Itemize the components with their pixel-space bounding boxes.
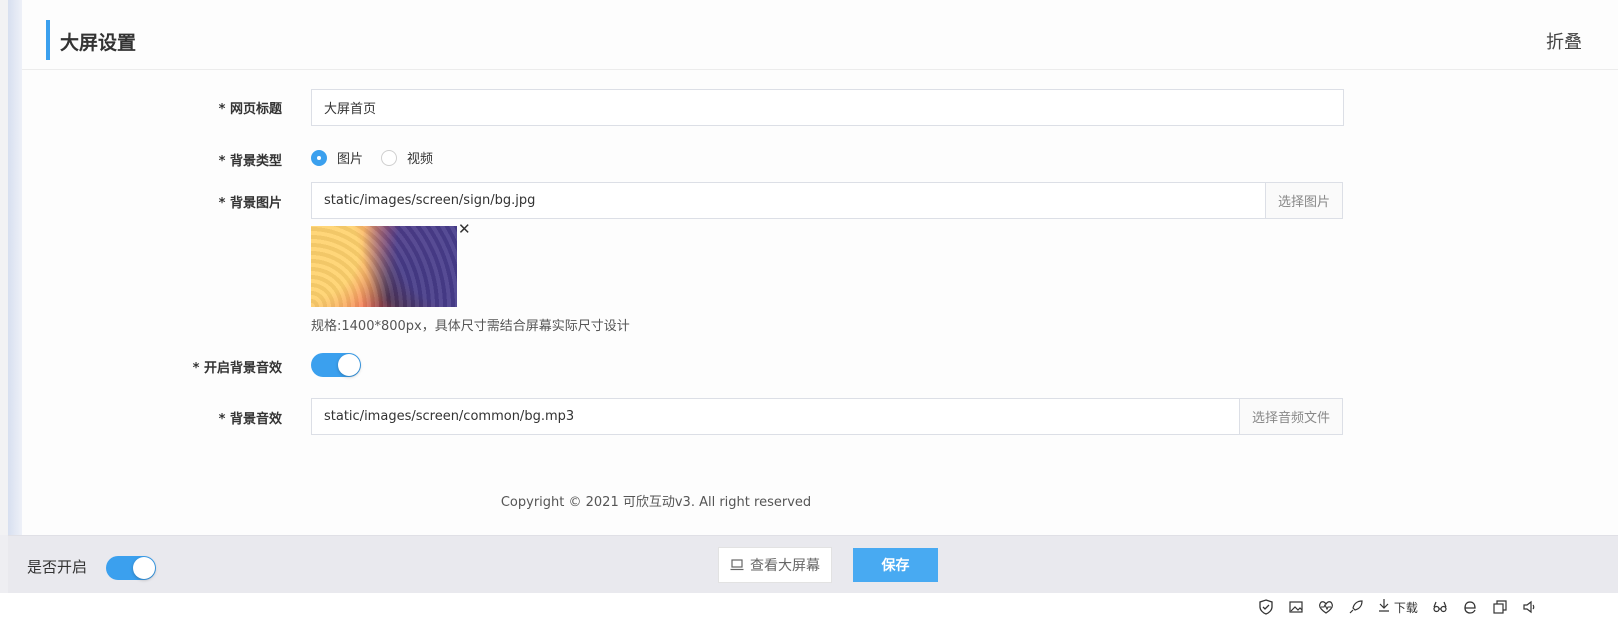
settings-panel: 大屏设置 折叠 * 网页标题 大屏首页 * 背景类型 图片 视频 * 背景图片 … [22,0,1618,535]
bg-sound-input[interactable]: static/images/screen/common/bg.mp3 选择音频文… [311,398,1343,435]
bg-sound-value: static/images/screen/common/bg.mp3 [324,409,575,424]
bg-sound-enable-label: * 开启背景音效 [192,361,282,376]
copyright-text: Copyright © 2021 可欣互动v3. All right reser… [500,495,812,510]
page-title-value: 大屏首页 [324,102,377,117]
sidebar-edge [8,0,22,535]
speaker-icon[interactable] [1522,599,1538,615]
save-button[interactable]: 保存 [853,548,938,582]
bg-image-thumbnail [311,226,457,307]
view-screen-label: 查看大屏幕 [750,558,820,574]
panel-header: 大屏设置 折叠 [22,0,1618,70]
bg-type-label: * 背景类型 [218,154,282,169]
shield-icon[interactable] [1258,599,1274,615]
radio-unchecked-icon [381,149,397,166]
footer-bar: 是否开启 查看大屏幕 保存 [8,535,1618,593]
bg-image-value: static/images/screen/sign/bg.jpg [324,193,536,208]
bg-sound-label: * 背景音效 [218,412,282,427]
bg-sound-toggle[interactable] [311,353,361,377]
page-title-input[interactable]: 大屏首页 [311,89,1344,126]
radio-image-label: 图片 [337,152,364,167]
radio-video-label: 视频 [407,152,434,167]
download-item[interactable]: 下载 [1378,598,1418,616]
window-left-edge [0,0,8,535]
window-restore-icon[interactable] [1492,599,1508,615]
radio-bg-type-image[interactable]: 图片 [311,148,363,167]
image-icon[interactable] [1288,599,1304,615]
radio-checked-icon [311,149,327,166]
download-icon [1379,599,1389,612]
glasses-icon[interactable] [1432,599,1448,615]
heart-pulse-icon[interactable] [1318,599,1334,615]
bg-image-hint: 规格:1400*800px，具体尺寸需结合屏幕实际尺寸设计 [311,319,630,334]
enabled-toggle[interactable] [106,556,156,580]
title-accent-bar [46,20,50,60]
bg-image-label: * 背景图片 [218,196,282,211]
laptop-icon [730,559,744,571]
browser-e-icon[interactable] [1462,599,1478,615]
status-icons: 下载 [1258,598,1538,616]
page-title: 大屏设置 [60,32,137,54]
radio-bg-type-video[interactable]: 视频 [381,148,433,167]
view-screen-button[interactable]: 查看大屏幕 [718,547,832,583]
choose-image-button[interactable]: 选择图片 [1264,183,1342,218]
enabled-label: 是否开启 [27,558,88,576]
bg-image-input[interactable]: static/images/screen/sign/bg.jpg 选择图片 [311,182,1343,219]
rocket-icon[interactable] [1348,599,1364,615]
remove-image-icon[interactable]: ✕ [458,222,471,237]
browser-statusbar: 下载 [0,593,1618,633]
page-title-label: * 网页标题 [218,102,282,117]
choose-audio-button[interactable]: 选择音频文件 [1238,399,1342,434]
collapse-link[interactable]: 折叠 [1546,28,1582,54]
download-label: 下载 [1393,601,1418,615]
